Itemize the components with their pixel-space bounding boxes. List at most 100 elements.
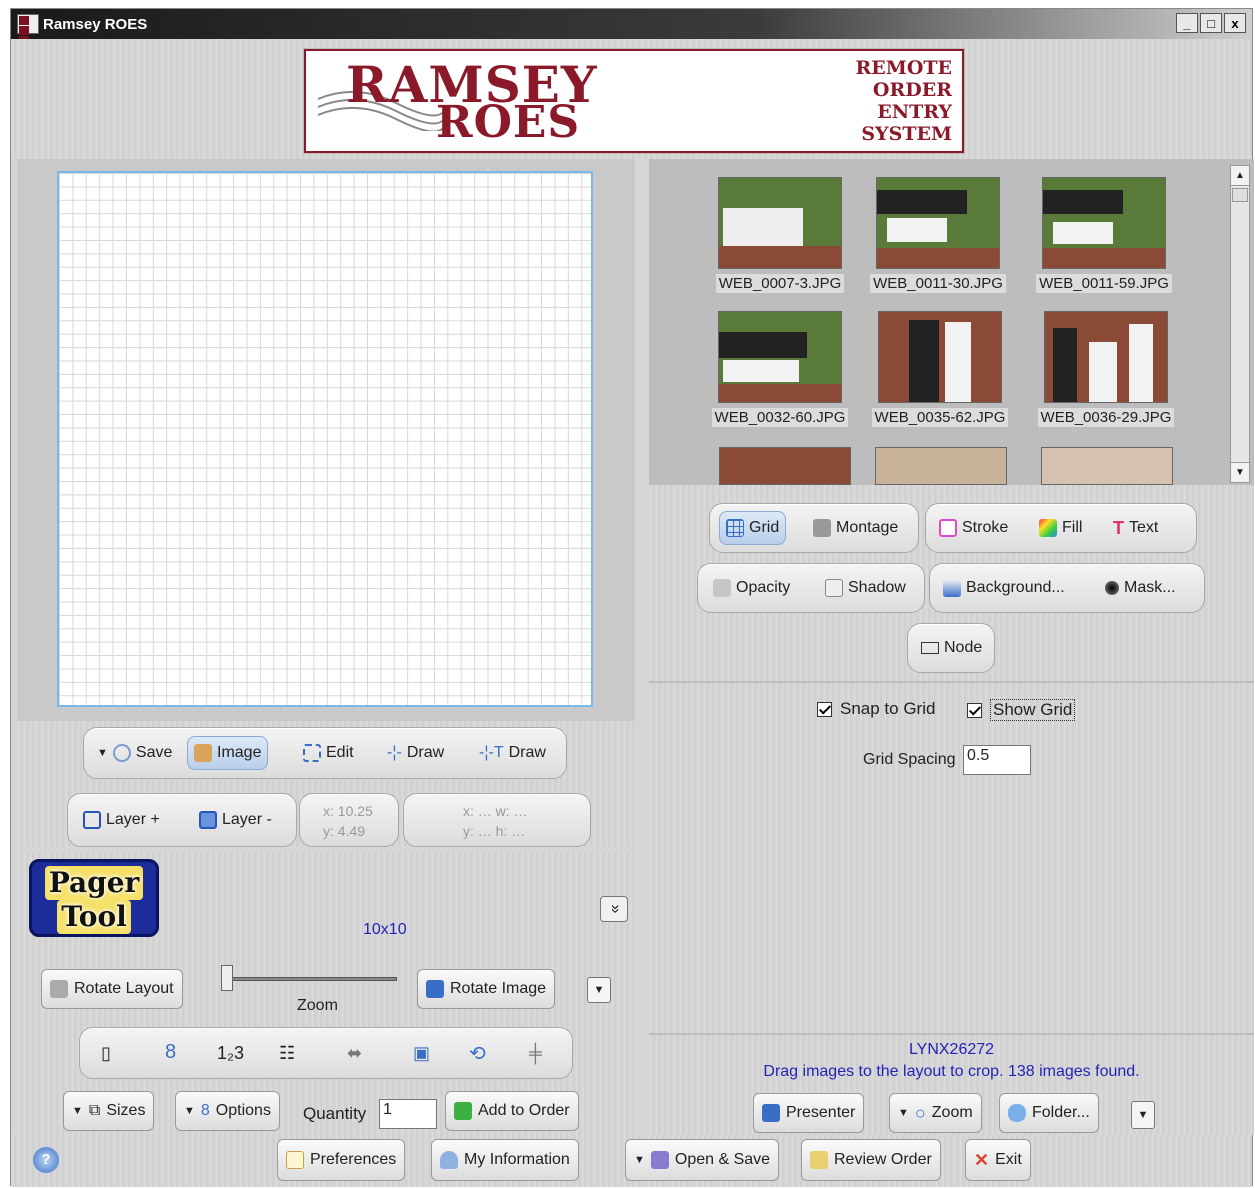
lock-size-icon[interactable]: ▯ <box>101 1043 111 1064</box>
thumbnail-partial[interactable] <box>875 447 1007 485</box>
scroll-up-icon[interactable]: ▲ <box>1231 166 1249 186</box>
shadow-icon <box>825 579 843 597</box>
thumbnail[interactable]: WEB_0007-3.JPG <box>705 177 855 309</box>
grid-tab[interactable]: Grid <box>719 511 787 545</box>
fit-icon[interactable]: ▣ <box>413 1043 430 1064</box>
exit-button[interactable]: ✕ Exit <box>965 1139 1031 1181</box>
draw-tool[interactable]: -¦- Draw <box>381 738 450 768</box>
zoom-slider[interactable] <box>221 977 397 981</box>
photo <box>878 311 1002 403</box>
app-icon <box>17 14 39 55</box>
quantity-input[interactable]: 1 <box>379 1099 437 1129</box>
layout-canvas[interactable] <box>57 171 593 707</box>
montage-tab[interactable]: Montage <box>807 513 904 543</box>
pager-tool-panel: Pager Tool 10x10 » Rotate Layout Zoom Ro… <box>17 851 635 1135</box>
zoom-label: Zoom <box>297 997 338 1014</box>
photo <box>1042 177 1166 269</box>
snap-checkbox-icon[interactable] <box>817 701 832 717</box>
image-tool[interactable]: Image <box>187 736 269 770</box>
text-tab[interactable]: T Text <box>1107 513 1164 543</box>
layer-remove-icon <box>199 811 217 829</box>
options-button[interactable]: ▼ 8 Options <box>175 1091 280 1131</box>
thumbnail[interactable]: WEB_0035-62.JPG <box>865 311 1015 443</box>
sizes-button[interactable]: ▼ ⧉ Sizes <box>63 1091 155 1131</box>
thumbnail[interactable]: WEB_0011-30.JPG <box>863 177 1013 309</box>
text-draw-tool[interactable]: -¦-T Draw <box>473 738 552 768</box>
rotate-layout-button[interactable]: Rotate Layout <box>41 969 183 1009</box>
maximize-button[interactable]: □ <box>1200 13 1222 33</box>
montage-icon <box>813 519 831 537</box>
window-title: Ramsey ROES <box>43 15 148 33</box>
shadow-tab[interactable]: Shadow <box>819 573 912 603</box>
layer-remove-button[interactable]: Layer - <box>193 805 278 835</box>
plus-icon <box>454 1102 472 1120</box>
edit-icon <box>303 744 321 762</box>
layer-add-button[interactable]: Layer + <box>77 805 166 835</box>
thumbnail-scrollbar[interactable]: ▲ ▼ <box>1230 165 1250 483</box>
arrange-icon[interactable]: ☷ <box>279 1043 295 1064</box>
fill-tab[interactable]: Fill <box>1033 513 1088 543</box>
number-icon[interactable]: 1₂3 <box>217 1043 244 1064</box>
presenter-icon <box>762 1104 780 1122</box>
thumbnail[interactable]: WEB_0011-59.JPG <box>1029 177 1179 309</box>
close-button[interactable]: x <box>1224 13 1246 33</box>
zoom-fit-icon[interactable]: ⟲ <box>469 1041 486 1066</box>
stroke-tab[interactable]: Stroke <box>933 513 1014 543</box>
review-order-button[interactable]: Review Order <box>801 1139 941 1181</box>
exit-icon: ✕ <box>974 1149 990 1170</box>
background-tab[interactable]: Background... <box>937 573 1071 603</box>
logo-side-text: REMOTE ORDER ENTRY SYSTEM <box>855 57 952 145</box>
rotate-image-button[interactable]: Rotate Image <box>417 969 556 1009</box>
bottom-bar: ? Preferences My Information ▼ Open & Sav… <box>11 1135 1252 1187</box>
preferences-button[interactable]: Preferences <box>277 1139 406 1181</box>
zoom-button[interactable]: ▼ ○ Zoom <box>889 1093 982 1133</box>
folder-dropdown-button[interactable]: ▼ <box>1131 1101 1155 1129</box>
collapse-button[interactable]: » <box>600 896 628 922</box>
open-save-button[interactable]: ▼ Open & Save <box>625 1139 780 1181</box>
edit-tool[interactable]: Edit <box>297 738 360 768</box>
folder-button[interactable]: Folder... <box>999 1093 1099 1133</box>
align-icon[interactable]: ╪ <box>529 1043 542 1064</box>
options-icon: 8 <box>200 1102 210 1119</box>
save-tool[interactable]: ▼ Save <box>91 738 178 768</box>
mask-tab[interactable]: Mask... <box>1099 573 1182 603</box>
zoom-slider-thumb[interactable] <box>221 965 233 991</box>
opacity-tab[interactable]: Opacity <box>707 573 796 603</box>
layer-add-icon <box>83 811 101 829</box>
rotate-image-icon <box>426 980 444 998</box>
header: RAMSEY ROES REMOTE ORDER ENTRY SYSTEM <box>11 39 1252 159</box>
thumbnail-partial[interactable] <box>1041 447 1173 485</box>
photo <box>718 311 842 403</box>
scroll-down-icon[interactable]: ▼ <box>1231 462 1249 482</box>
preferences-icon <box>286 1151 304 1169</box>
snap-to-grid-checkbox[interactable]: Snap to Grid <box>817 699 935 719</box>
bubble-icon[interactable]: 8 <box>165 1041 176 1064</box>
cursor-coordinates: x: 10.25 y: 4.49 <box>323 803 373 839</box>
thumbnail[interactable]: WEB_0032-60.JPG <box>705 311 855 443</box>
photo <box>876 177 1000 269</box>
rotate-dropdown-button[interactable]: ▼ <box>587 977 611 1003</box>
image-browser: WEB_0007-3.JPG WEB_0011-30.JPG WEB_0011-… <box>649 159 1254 485</box>
show-grid-checkbox[interactable]: Show Grid <box>967 699 1076 721</box>
thumbnail[interactable]: WEB_0036-29.JPG <box>1031 311 1181 443</box>
thumbnail-partial[interactable] <box>719 447 851 485</box>
center-icon[interactable]: ⬌ <box>347 1043 362 1064</box>
add-to-order-button[interactable]: Add to Order <box>445 1091 579 1131</box>
my-information-button[interactable]: My Information <box>431 1139 579 1181</box>
selection-dimensions: x: … w: … y: … h: … <box>463 803 528 839</box>
logo-line2: ROES <box>436 97 581 148</box>
show-grid-checkbox-icon[interactable] <box>967 702 982 718</box>
minimize-button[interactable]: _ <box>1176 13 1198 33</box>
node-tab[interactable]: Node <box>915 633 988 663</box>
help-icon[interactable]: ? <box>33 1147 59 1173</box>
scroll-thumb[interactable] <box>1232 188 1248 202</box>
presenter-button[interactable]: Presenter <box>753 1093 865 1133</box>
status-area: LYNX26272 Drag images to the layout to c… <box>649 1039 1254 1083</box>
review-order-icon <box>810 1151 828 1169</box>
app-window: Ramsey ROES _ □ x RAMSEY ROES REMOTE ORDE… <box>10 8 1254 1187</box>
grid-spacing-input[interactable]: 0.5 <box>963 745 1031 775</box>
open-save-icon <box>650 1151 669 1169</box>
grid-icon <box>726 519 744 537</box>
save-icon <box>112 744 131 762</box>
node-icon <box>921 642 939 654</box>
